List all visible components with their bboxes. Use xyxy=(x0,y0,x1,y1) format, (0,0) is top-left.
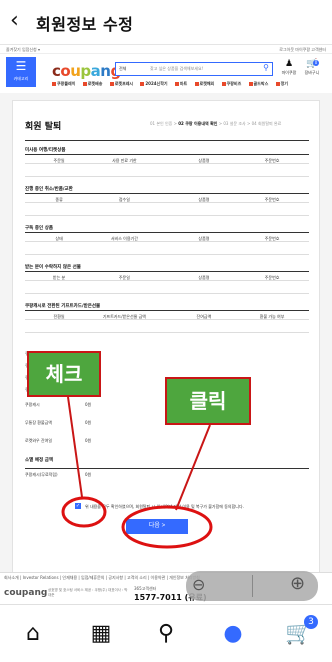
annotation-overlay xyxy=(61,396,213,549)
home-icon[interactable]: ⌂ xyxy=(18,619,48,649)
highlight-circle-checkbox xyxy=(61,496,107,528)
nav-cart-badge: 3 xyxy=(304,615,318,629)
profile-icon[interactable]: ● xyxy=(218,619,248,649)
category-grid-icon[interactable]: ▦ xyxy=(86,619,116,649)
search-icon[interactable]: ⚲ xyxy=(151,619,181,649)
pointer-line-click xyxy=(175,424,211,511)
bottom-navigation: ⌂ ▦ ⚲ ● 🛒 xyxy=(0,604,332,662)
highlight-circle-next xyxy=(121,505,213,549)
pointer-line-check xyxy=(67,396,83,498)
